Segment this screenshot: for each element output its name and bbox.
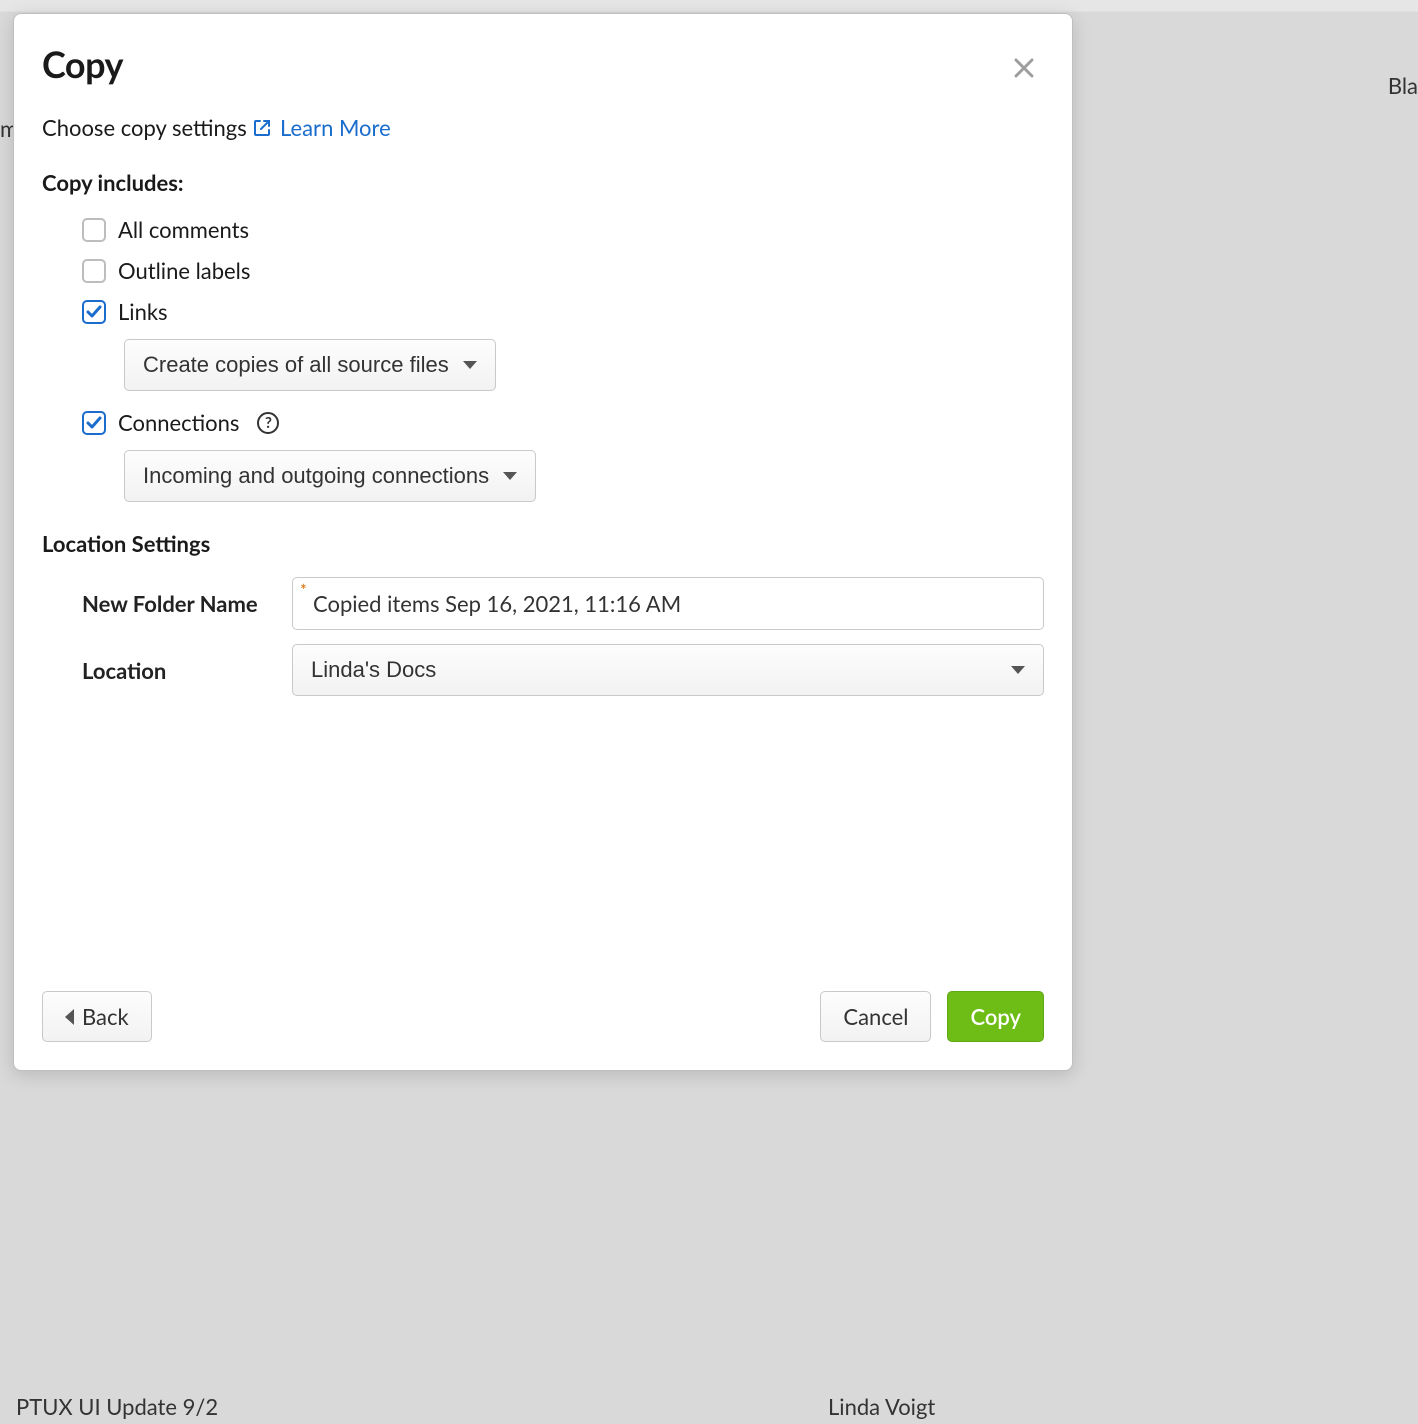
- learn-more-link[interactable]: Learn More: [252, 114, 390, 141]
- connections-checkbox[interactable]: [82, 411, 106, 435]
- outline-labels-checkbox[interactable]: [82, 259, 106, 283]
- all-comments-label: All comments: [118, 216, 249, 243]
- modal-title: Copy: [42, 42, 123, 86]
- caret-down-icon: [1011, 666, 1025, 674]
- links-source-dropdown[interactable]: Create copies of all source files: [124, 339, 496, 391]
- external-link-icon: [252, 118, 272, 138]
- links-label: Links: [118, 298, 168, 325]
- close-button[interactable]: [1004, 48, 1044, 88]
- all-comments-checkbox[interactable]: [82, 218, 106, 242]
- caret-down-icon: [463, 361, 477, 369]
- links-checkbox[interactable]: [82, 300, 106, 324]
- chevron-left-icon: [65, 1009, 74, 1025]
- location-select[interactable]: Linda's Docs: [292, 644, 1044, 696]
- connections-dropdown[interactable]: Incoming and outgoing connections: [124, 450, 536, 502]
- new-folder-name-input[interactable]: [292, 577, 1044, 630]
- help-icon[interactable]: ?: [257, 412, 279, 434]
- copy-button[interactable]: Copy: [947, 991, 1044, 1042]
- copy-modal: Copy Choose copy settings Learn More Cop…: [13, 13, 1073, 1071]
- required-indicator: *: [300, 581, 307, 600]
- close-icon: [1013, 57, 1035, 79]
- bg-row-right: Linda Voigt: [828, 1393, 935, 1420]
- cancel-button[interactable]: Cancel: [820, 991, 931, 1042]
- connections-label: Connections: [118, 409, 239, 436]
- back-button[interactable]: Back: [42, 991, 152, 1042]
- subtitle-text: Choose copy settings: [42, 114, 247, 141]
- caret-down-icon: [503, 472, 517, 480]
- location-settings-label: Location Settings: [42, 530, 1044, 557]
- new-folder-name-label: New Folder Name: [82, 590, 292, 617]
- bg-row-left: PTUX UI Update 9/2: [16, 1393, 218, 1420]
- outline-labels-label: Outline labels: [118, 257, 250, 284]
- copy-includes-label: Copy includes:: [42, 169, 1044, 196]
- location-label: Location: [82, 657, 292, 684]
- bg-partial-right: Bla: [1388, 72, 1418, 99]
